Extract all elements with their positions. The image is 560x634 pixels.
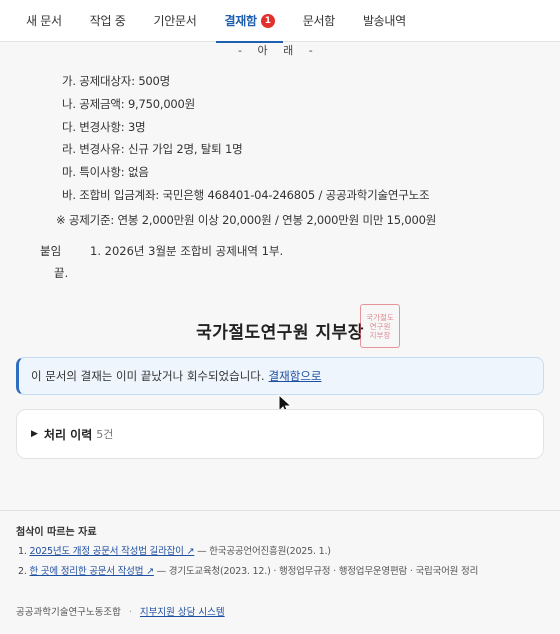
reference-link[interactable]: 한 곳에 정리한 공문서 작성법 ↗ [30, 566, 155, 577]
tab-label: 발송내역 [362, 14, 406, 28]
triangle-right-icon: ▶ [31, 429, 38, 439]
reference-item: 1. 2025년도 개정 공문서 작성법 길라잡이 ↗ — 한국공공언어진흥원(… [18, 544, 478, 564]
attachment-text: 1. 2026년 3월분 조합비 공제내역 1부. [90, 244, 284, 258]
footer-org: 공공과학기술연구노동조합 [16, 607, 121, 618]
reference-number: 2. [18, 566, 27, 577]
tab-in-progress[interactable]: 작업 중 [76, 0, 140, 42]
go-approval-box-link[interactable]: 결재함으로 [269, 368, 322, 384]
tab-bar: 새 문서 작업 중 기안문서 결재함 1 문서함 발송내역 [0, 0, 560, 43]
tab-approval-box[interactable]: 결재함 1 [210, 0, 288, 43]
history-count: 5건 [96, 428, 114, 441]
reference-source: — 경기도교육청(2023. 12.) · 행정업무규정 · 행정업무운영편람 … [156, 566, 479, 577]
document-item: 라. 변경사유: 신규 가입 2명, 탈퇴 1명 [62, 142, 243, 157]
tab-document-box[interactable]: 문서함 [289, 0, 349, 42]
tab-label: 새 문서 [26, 14, 62, 28]
attachment-line: 붙임 1. 2026년 3월분 조합비 공제내역 1부. [40, 243, 283, 259]
arae-heading: - 아 래 - [238, 44, 319, 57]
references-list: 1. 2025년도 개정 공문서 작성법 길라잡이 ↗ — 한국공공언어진흥원(… [18, 544, 478, 584]
tab-label: 결재함 [224, 14, 257, 28]
end-mark: 끝. [54, 266, 69, 280]
tab-new-document[interactable]: 새 문서 [12, 0, 76, 42]
document-items: 가. 공제대상자: 500명 나. 공제금액: 9,750,000원 다. 변경… [62, 70, 430, 207]
divider [0, 510, 560, 511]
reference-number: 1. [18, 546, 27, 557]
tab-label: 문서함 [302, 14, 336, 28]
notification-badge: 1 [260, 13, 275, 28]
info-banner: 이 문서의 결재는 이미 끝났거나 회수되었습니다. 결재함으로 [16, 357, 544, 395]
document-item: 바. 조합비 입금계좌: 국민은행 468401-04-246805 / 공공과… [62, 187, 430, 202]
attachment-label: 붙임 [40, 244, 62, 258]
deduction-note: ※ 공제기준: 연봉 2,000만원 이상 20,000원 / 연봉 2,000… [56, 213, 437, 227]
consultation-system-link[interactable]: 지부지원 상담 시스템 [140, 607, 225, 618]
official-seal: 국가절도 연구원 지부장 [360, 304, 400, 348]
sender-name: 국가절도연구원 지부장 [196, 323, 364, 343]
processing-history-toggle[interactable]: ▶ 처리 이력 5건 [16, 409, 544, 459]
references-title: 첨삭이 따르는 자료 [16, 527, 97, 538]
document-item: 마. 특이사항: 없음 [62, 165, 149, 180]
history-title: 처리 이력 [43, 427, 93, 442]
tab-label: 작업 중 [89, 14, 126, 28]
reference-link[interactable]: 2025년도 개정 공문서 작성법 길라잡이 ↗ [30, 546, 195, 557]
banner-text: 이 문서의 결재는 이미 끝났거나 회수되었습니다. [31, 369, 265, 383]
document-item: 나. 공제금액: 9,750,000원 [62, 96, 196, 111]
tab-send-history[interactable]: 발송내역 [349, 0, 420, 42]
footer: 공공과학기술연구노동조합 · 지부지원 상담 시스템 [16, 604, 225, 618]
tab-drafts[interactable]: 기안문서 [140, 0, 211, 42]
reference-source: — 한국공공언어진흥원(2025. 1.) [197, 546, 331, 557]
tab-label: 기안문서 [153, 14, 197, 28]
document-item: 다. 변경사항: 3명 [62, 119, 146, 134]
reference-item: 2. 한 곳에 정리한 공문서 작성법 ↗ — 경기도교육청(2023. 12.… [18, 564, 478, 584]
footer-separator: · [128, 607, 132, 618]
document-item: 가. 공제대상자: 500명 [62, 74, 171, 88]
